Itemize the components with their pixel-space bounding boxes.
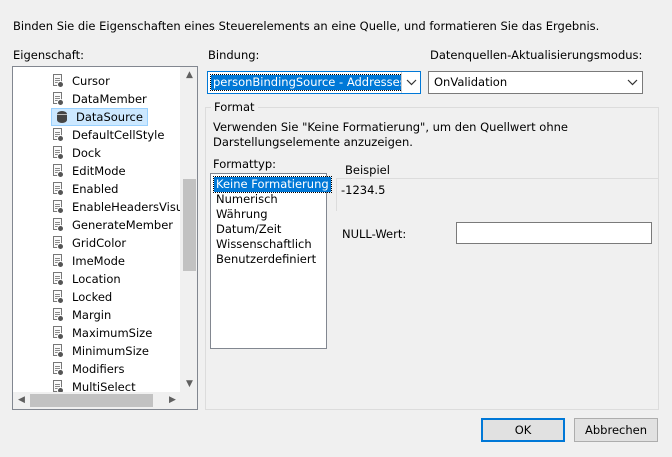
property-icon: [51, 308, 65, 322]
property-item-label: Dock: [72, 146, 101, 160]
property-item-minimumsize[interactable]: MinimumSize: [51, 342, 149, 360]
property-item-label: Enabled: [72, 182, 119, 196]
property-item-enabled[interactable]: Enabled: [51, 180, 118, 198]
property-item-label: GridColor: [72, 236, 127, 250]
example-value: -1234.5: [341, 183, 386, 197]
property-icon: [51, 218, 65, 232]
property-icon: [51, 146, 65, 160]
property-icon: [51, 344, 65, 358]
horizontal-scrollbar[interactable]: ◀ ▶: [13, 392, 181, 409]
property-icon: [51, 326, 65, 340]
property-item-dock[interactable]: Dock: [51, 144, 101, 162]
format-hint: Verwenden Sie "Keine Formatierung", um d…: [213, 120, 568, 149]
null-value-label: NULL-Wert:: [342, 227, 407, 241]
property-item-label: DataMember: [72, 92, 147, 106]
property-item-label: ImeMode: [72, 254, 126, 268]
binding-label: Bindung:: [208, 48, 260, 62]
binding-combobox[interactable]: personBindingSource - Addresses: [207, 71, 421, 94]
format-type-item[interactable]: Wissenschaftlich: [214, 237, 314, 252]
property-item-locked[interactable]: Locked: [51, 288, 112, 306]
property-icon: [51, 272, 65, 286]
property-icon: [51, 254, 65, 268]
scroll-left-arrow-icon[interactable]: ◀: [13, 392, 30, 409]
horizontal-scroll-thumb[interactable]: [30, 394, 153, 407]
property-icon: [51, 200, 65, 214]
vertical-scroll-thumb[interactable]: [183, 179, 196, 271]
property-item-generatemember[interactable]: GenerateMember: [51, 216, 173, 234]
property-item-datasource[interactable]: DataSource: [51, 108, 148, 126]
property-item-location[interactable]: Location: [51, 270, 121, 288]
property-item-cursor[interactable]: Cursor: [51, 72, 110, 90]
format-group-title: Format: [211, 100, 258, 114]
property-icon: [51, 236, 65, 250]
property-item-imemode[interactable]: ImeMode: [51, 252, 125, 270]
format-type-item[interactable]: Währung: [214, 207, 270, 222]
cancel-button[interactable]: Abbrechen: [574, 418, 658, 442]
format-type-item[interactable]: Numerisch: [214, 192, 280, 207]
property-item-label: Locked: [72, 290, 113, 304]
property-icon: [51, 74, 65, 88]
scroll-down-arrow-icon[interactable]: ▼: [181, 376, 197, 393]
property-item-label: Location: [72, 272, 121, 286]
example-label: Beispiel: [342, 163, 393, 177]
property-item-label: DataSource: [76, 110, 143, 124]
update-mode-label: Datenquellen-Aktualisierungsmodus:: [430, 48, 643, 62]
property-item-label: MinimumSize: [72, 344, 149, 358]
vertical-scrollbar[interactable]: ▲ ▼: [180, 67, 197, 393]
binding-dropdown-button[interactable]: [401, 72, 420, 93]
chevron-down-icon: [406, 79, 416, 86]
property-item-label: GenerateMember: [72, 218, 174, 232]
dialog-description: Binden Sie die Eigenschaften eines Steue…: [13, 19, 600, 33]
property-item-margin[interactable]: Margin: [51, 306, 111, 324]
property-item-label: EnableHeadersVisua: [72, 200, 191, 214]
property-item-label: Cursor: [72, 74, 110, 88]
scrollbar-corner: [180, 392, 197, 409]
property-item-label: Modifiers: [72, 362, 125, 376]
database-icon: [55, 110, 69, 124]
property-item-defaultcellstyle[interactable]: DefaultCellStyle: [51, 126, 164, 144]
format-type-label: Formattyp:: [213, 157, 277, 171]
chevron-down-icon: [627, 79, 638, 86]
property-icon: [51, 164, 65, 178]
property-item-enableheadersvisual[interactable]: EnableHeadersVisua: [51, 198, 190, 216]
property-item-label: MaximumSize: [72, 326, 153, 340]
binding-value: personBindingSource - Addresses: [210, 74, 409, 91]
property-icon: [51, 362, 65, 376]
property-item-editmode[interactable]: EditMode: [51, 162, 126, 180]
property-item-label: EditMode: [72, 164, 126, 178]
property-item-label: DefaultCellStyle: [72, 128, 165, 142]
format-type-item[interactable]: Keine Formatierung: [213, 176, 332, 193]
update-mode-dropdown-button[interactable]: [623, 72, 642, 93]
null-value-input[interactable]: [456, 222, 652, 244]
update-mode-value: OnValidation: [434, 75, 508, 89]
update-mode-combobox[interactable]: OnValidation: [428, 71, 643, 94]
property-list[interactable]: Cursor DataMember DataSource DefaultCell…: [12, 66, 198, 410]
property-item-modifiers[interactable]: Modifiers: [51, 360, 125, 378]
property-item-maximumsize[interactable]: MaximumSize: [51, 324, 152, 342]
scroll-up-arrow-icon[interactable]: ▲: [181, 67, 197, 84]
property-icon: [51, 182, 65, 196]
property-label: Eigenschaft:: [13, 48, 85, 62]
property-icon: [51, 92, 65, 106]
property-item-label: Margin: [72, 308, 112, 322]
ok-button[interactable]: OK: [481, 418, 565, 442]
format-type-item[interactable]: Datum/Zeit: [214, 222, 283, 237]
property-icon: [51, 128, 65, 142]
scroll-right-arrow-icon[interactable]: ▶: [164, 392, 181, 409]
format-type-list[interactable]: Keine Formatierung Numerisch Währung Dat…: [210, 173, 332, 349]
property-item-datamember[interactable]: DataMember: [51, 90, 147, 108]
property-icon: [51, 290, 65, 304]
property-item-gridcolor[interactable]: GridColor: [51, 234, 126, 252]
format-type-item[interactable]: Benutzerdefiniert: [214, 252, 318, 267]
